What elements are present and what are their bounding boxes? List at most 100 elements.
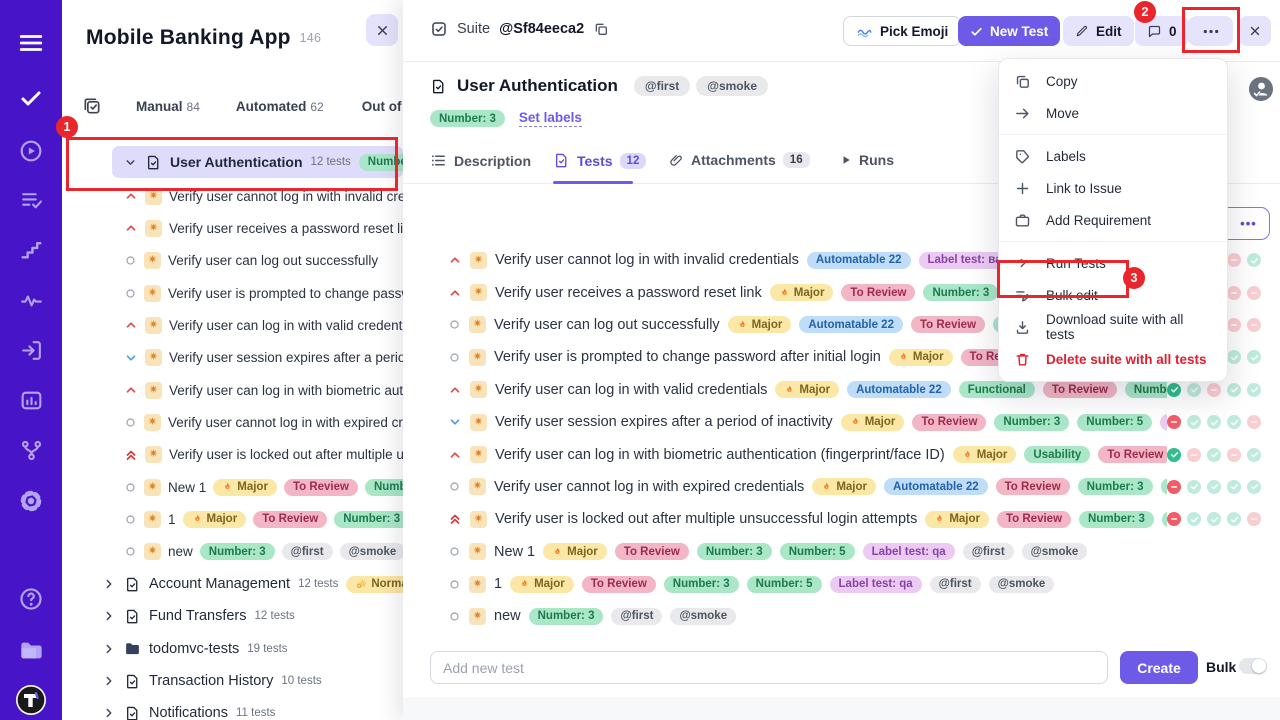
test-row[interactable]: ✷1MajorTo ReviewNumber: 3Number: 5Label …	[403, 568, 1280, 600]
copy-id-icon[interactable]	[593, 21, 609, 37]
menu-item-copy[interactable]: Copy	[999, 65, 1227, 97]
menu-item-download-suite-with-all-tests[interactable]: Download suite with all tests	[999, 311, 1227, 343]
sidebar-report-icon[interactable]	[0, 388, 62, 413]
run-result-pass-icon[interactable]	[1187, 512, 1201, 526]
tab-tests[interactable]: Tests12	[553, 152, 646, 169]
sidebar-help-icon[interactable]	[0, 586, 62, 612]
test-row[interactable]: ✷Verify user can log in with biometric a…	[403, 438, 1280, 470]
tab-runs[interactable]: Runs	[840, 152, 894, 168]
new-test-button[interactable]: New Test	[958, 16, 1060, 46]
menu-item-labels[interactable]: Labels	[999, 140, 1227, 172]
assignee-avatar[interactable]	[1248, 76, 1274, 107]
run-result-pass-icon[interactable]	[1207, 480, 1221, 494]
test-row[interactable]: ✷newNumber: 3@first@smoke	[403, 600, 1280, 632]
test-tree-item[interactable]: ✷1MajorTo ReviewNumber: 3Number: 5	[62, 503, 403, 535]
panel-close-button[interactable]	[366, 14, 398, 46]
test-row[interactable]: ✷Verify user is locked out after multipl…	[403, 503, 1280, 535]
menu-item-bulk-edit[interactable]: Bulk edit	[999, 279, 1227, 311]
test-tree-item[interactable]: ✷Verify user can log out successfully	[62, 245, 403, 277]
sidebar-activity-icon[interactable]	[0, 288, 62, 313]
run-result-fail-icon[interactable]	[1167, 415, 1181, 429]
run-result-pass-icon[interactable]	[1227, 415, 1241, 429]
sidebar-item-account-management[interactable]: Account Management12 testsNormal	[62, 568, 403, 600]
run-result-fail-icon[interactable]	[1247, 286, 1261, 300]
test-tree-item[interactable]: ✷Verify user can log in with biometric a…	[62, 374, 403, 406]
test-tree-item[interactable]: ✷Verify user is prompted to change passw…	[62, 277, 403, 309]
menu-item-move[interactable]: Move	[999, 97, 1227, 129]
sidebar-check-icon[interactable]	[0, 86, 62, 110]
tab-out-of-sync[interactable]: Out of sync	[362, 99, 403, 114]
suite-checkbox-icon[interactable]	[430, 20, 448, 38]
add-test-input[interactable]	[430, 651, 1108, 684]
sidebar-item-todomvc-tests[interactable]: todomvc-tests19 tests	[62, 633, 403, 665]
test-row[interactable]: ✷New 1MajorTo ReviewNumber: 3Number: 5La…	[403, 536, 1280, 568]
test-tree-item[interactable]: ✷newNumber: 3@first@smoke	[62, 536, 403, 568]
sidebar-hamburger-icon[interactable]	[0, 30, 62, 56]
run-result-pass-icon[interactable]	[1227, 480, 1241, 494]
menu-item-run-tests[interactable]: Run Tests	[999, 247, 1227, 279]
tab-description[interactable]: Description	[430, 152, 531, 169]
test-row[interactable]: ✷Verify user session expires after a per…	[403, 406, 1280, 438]
run-result-pass-icon[interactable]	[1247, 448, 1261, 462]
sidebar-list-check-icon[interactable]	[0, 188, 62, 213]
run-result-pass-icon[interactable]	[1227, 512, 1241, 526]
run-result-fail-icon[interactable]	[1227, 318, 1241, 332]
test-tree-item[interactable]: ✷Verify user cannot log in with invalid …	[62, 180, 403, 212]
sidebar-login-icon[interactable]	[0, 338, 62, 363]
tab-manual[interactable]: Manual84	[136, 99, 200, 114]
run-result-pass-icon[interactable]	[1247, 253, 1261, 267]
run-result-fail-icon[interactable]	[1167, 512, 1181, 526]
sidebar-gear-icon[interactable]	[0, 488, 62, 514]
sidebar-play-circle-icon[interactable]	[0, 138, 62, 164]
run-result-fail-icon[interactable]	[1167, 480, 1181, 494]
test-tree-item[interactable]: ✷Verify user receives a password reset l…	[62, 212, 403, 244]
run-result-pass-icon[interactable]	[1167, 448, 1181, 462]
run-result-pass-icon[interactable]	[1247, 480, 1261, 494]
run-result-pass-icon[interactable]	[1247, 350, 1261, 364]
run-result-fail-icon[interactable]	[1227, 286, 1241, 300]
tab-attachments[interactable]: Attachments16	[669, 152, 810, 168]
run-result-fail-icon[interactable]	[1187, 448, 1201, 462]
close-detail-button[interactable]	[1239, 16, 1271, 46]
run-result-fail-icon[interactable]	[1227, 253, 1241, 267]
sidebar-item-notifications[interactable]: Notifications11 tests	[62, 697, 403, 720]
run-result-pass-icon[interactable]	[1187, 480, 1201, 494]
comments-button[interactable]: 0	[1135, 16, 1189, 46]
test-tree-item[interactable]: ✷Verify user is locked out after multipl…	[62, 439, 403, 471]
test-tree-item[interactable]: ✷Verify user cannot log in with expired …	[62, 406, 403, 438]
run-result-fail-icon[interactable]	[1247, 415, 1261, 429]
run-result-pass-icon[interactable]	[1187, 415, 1201, 429]
set-labels-link[interactable]: Set labels	[519, 110, 582, 127]
sidebar-item-transaction-history[interactable]: Transaction History10 tests	[62, 665, 403, 697]
tab-automated[interactable]: Automated62	[236, 99, 324, 114]
sidebar-branch-icon[interactable]	[0, 438, 62, 463]
run-result-pass-icon[interactable]	[1187, 383, 1201, 397]
run-result-pass-icon[interactable]	[1247, 383, 1261, 397]
test-tree-item[interactable]: ✷Verify user session expires after a per…	[62, 342, 403, 374]
bulk-toggle[interactable]	[1239, 658, 1267, 674]
sidebar-folder-icon[interactable]	[0, 637, 62, 664]
select-all-icon[interactable]	[82, 96, 102, 116]
run-result-fail-icon[interactable]	[1247, 512, 1261, 526]
run-result-pass-icon[interactable]	[1207, 415, 1221, 429]
sidebar-item-fund-transfers[interactable]: Fund Transfers12 tests	[62, 600, 403, 632]
test-row[interactable]: ✷Verify user cannot log in with expired …	[403, 471, 1280, 503]
test-tree-item[interactable]: ✷Verify user can log in with valid crede…	[62, 309, 403, 341]
sidebar-logo-icon[interactable]	[0, 684, 62, 716]
create-button[interactable]: Create	[1120, 651, 1198, 684]
menu-item-link-to-issue[interactable]: Link to Issue	[999, 172, 1227, 204]
run-result-fail-icon[interactable]	[1227, 448, 1241, 462]
list-more-button[interactable]: •••	[1228, 208, 1269, 239]
pick-emoji-button[interactable]: Pick Emoji	[843, 16, 961, 46]
run-result-pass-icon[interactable]	[1207, 448, 1221, 462]
menu-item-add-requirement[interactable]: Add Requirement	[999, 204, 1227, 236]
sidebar-steps-icon[interactable]	[0, 238, 62, 263]
sidebar-item-user-authentication[interactable]: User Authentication 12 tests Number: 3	[112, 146, 403, 178]
run-result-fail-icon[interactable]	[1247, 318, 1261, 332]
run-result-pass-icon[interactable]	[1227, 350, 1241, 364]
more-actions-button[interactable]	[1188, 16, 1233, 46]
run-result-pass-icon[interactable]	[1167, 383, 1181, 397]
run-result-pass-icon[interactable]	[1207, 512, 1221, 526]
run-result-fail-icon[interactable]	[1207, 383, 1221, 397]
test-tree-item[interactable]: ✷New 1MajorTo ReviewNumber: 3Number: 5	[62, 471, 403, 503]
